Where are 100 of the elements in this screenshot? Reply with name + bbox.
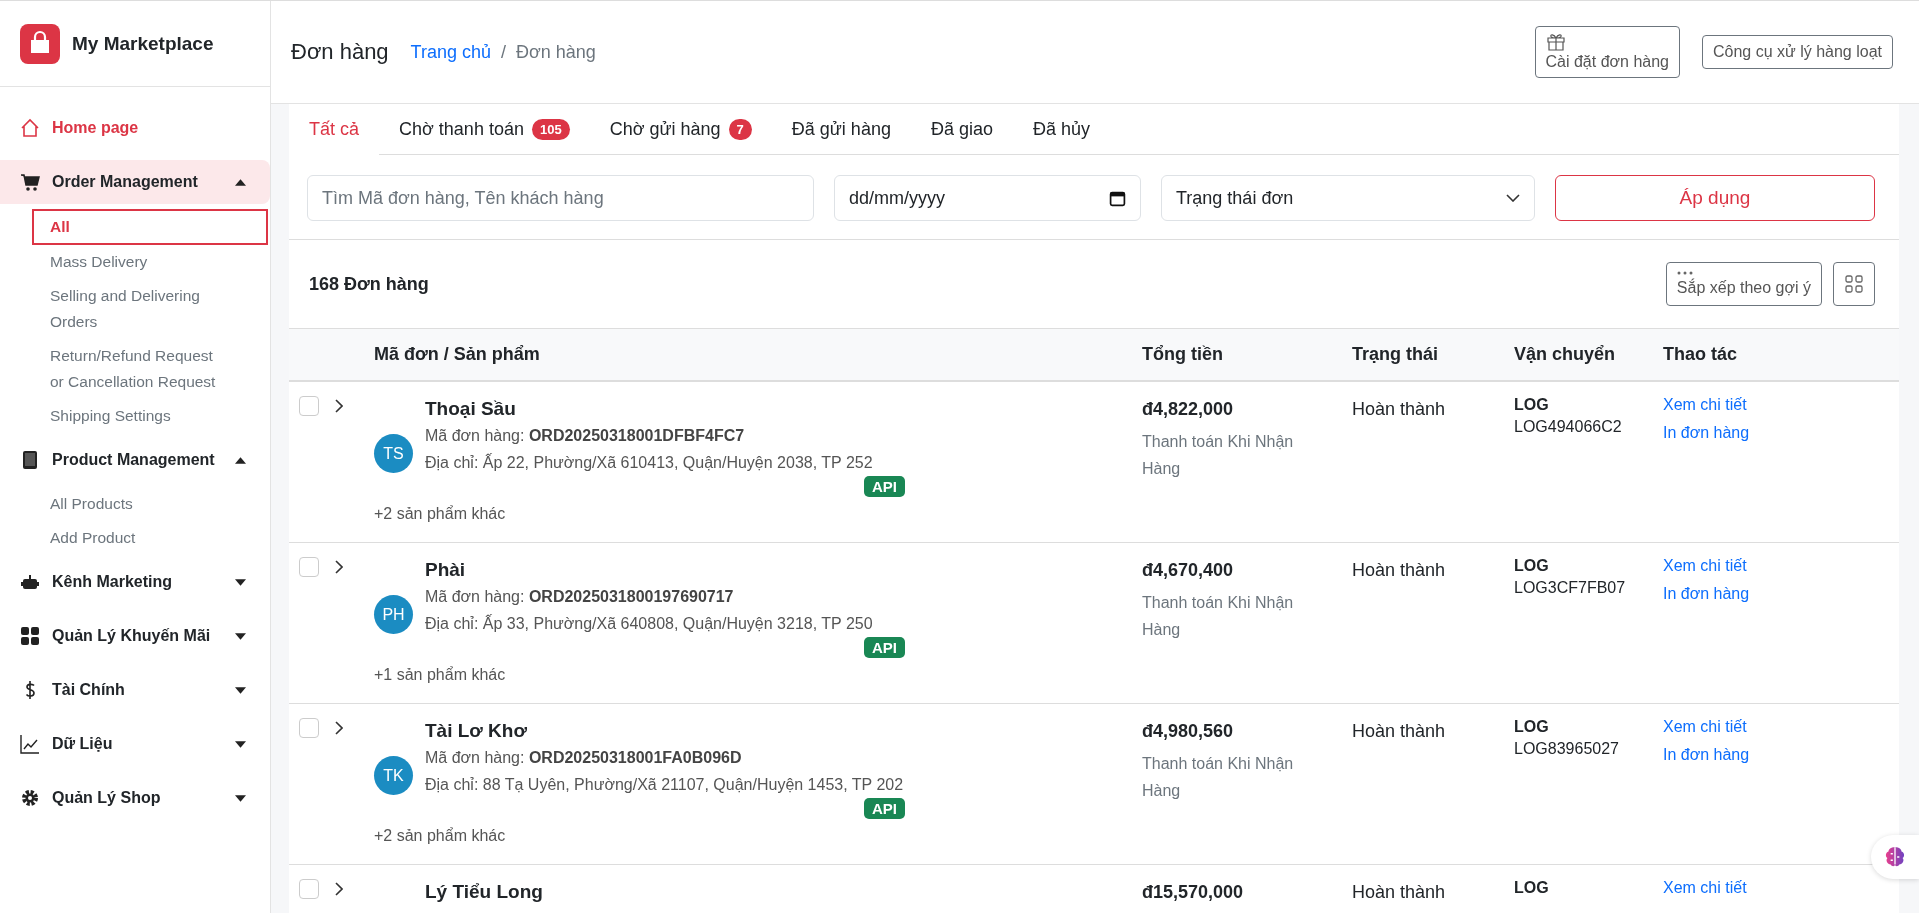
bulk-tools-button[interactable]: Công cụ xử lý hàng loạt (1701, 35, 1893, 69)
source-tag: API (864, 637, 905, 658)
count-badge: 7 (728, 118, 752, 140)
order-code: Mã đơn hàng: ORD2025031800197690717 (425, 587, 734, 607)
source-tag: API (864, 476, 905, 497)
carrier-name: LOG (1514, 396, 1550, 414)
tab[interactable]: Đã giao (910, 104, 1013, 155)
customer-name: Lý Tiểu Long (425, 880, 543, 904)
brand-name: My Marketplace (72, 32, 214, 55)
source-tag: API (864, 798, 905, 819)
more-products-text: +1 sản phẩm khác (374, 666, 507, 684)
status-dropdown[interactable]: Trạng thái đơn (1161, 175, 1535, 221)
avatar: PH (374, 595, 413, 634)
more-products-text: +2 sản phẩm khác (374, 827, 507, 845)
robot-icon (20, 572, 40, 592)
gift-icon (1545, 31, 1566, 51)
carrier-name: LOG (1514, 718, 1550, 736)
order-total: đ4,822,000 (1142, 398, 1235, 421)
house-icon (20, 118, 40, 138)
checkbox[interactable] (299, 557, 319, 577)
sidebar-item[interactable]: Home page (0, 106, 270, 150)
avatar: TK (374, 756, 413, 795)
order-settings-button[interactable]: Cài đặt đơn hàng (1534, 26, 1680, 78)
order-total: đ15,570,000 (1142, 881, 1245, 904)
order-status: Hoàn thành (1352, 882, 1446, 902)
count-badge: 105 (531, 118, 570, 140)
action-link[interactable]: Xem chi tiết (1663, 396, 1899, 414)
order-count: 168 Đơn hàng (309, 273, 429, 295)
address-text: Địa chỉ: Ấp 33, Phường/Xã 640808, Quận/Huyện 3218, TP 250 (425, 613, 873, 634)
sidebar-subitem[interactable]: Mass Delivery (32, 245, 270, 279)
tracking-number: LOG83965027 (1514, 740, 1620, 758)
sidebar-item[interactable]: Tài Chính (0, 668, 270, 712)
tab[interactable]: Chờ gửi hàng 7 (589, 104, 772, 155)
grid-icon (1845, 275, 1863, 293)
apply-button[interactable]: Áp dụng (1555, 175, 1875, 221)
sidebar-subitem[interactable]: Return/Refund Request or Cancellation Request (32, 339, 270, 399)
action-link[interactable]: Xem chi tiết (1663, 557, 1899, 575)
chevron-right-icon (335, 721, 343, 735)
sort-button[interactable]: Sắp xếp theo gợi ý (1665, 262, 1822, 306)
avatar: TS (374, 434, 413, 473)
column-header: Thao tác (1663, 344, 1738, 365)
cart-icon (20, 172, 40, 192)
customer-name: Tài Lơ Khơ (425, 719, 527, 743)
sidebar-item[interactable]: Dữ Liệu (0, 722, 270, 766)
breadcrumb-separator: / (501, 41, 506, 63)
grid-view-button[interactable] (1833, 262, 1875, 306)
action-link[interactable]: In đơn hàng (1663, 746, 1899, 764)
sidebar-item[interactable]: Quản Lý Khuyến Mãi (0, 614, 270, 658)
shopping-bag-logo-icon (20, 23, 60, 64)
checkbox[interactable] (299, 718, 319, 738)
grid-icon (20, 626, 40, 646)
calendar-icon (1109, 189, 1126, 207)
search-field[interactable]: Tìm Mã đơn hàng, Tên khách hàng (307, 175, 814, 221)
sidebar-item[interactable]: Order Management (0, 160, 270, 204)
tab[interactable]: Tất cả (289, 104, 380, 155)
order-total: đ4,670,400 (1142, 559, 1235, 582)
customer-name: Thoại Sầu (425, 397, 516, 421)
book-icon (20, 450, 40, 470)
tracking-number: LOG494066C2 (1514, 418, 1623, 436)
more-icon (1676, 271, 1693, 275)
action-link[interactable]: Xem chi tiết (1663, 879, 1899, 897)
sidebar-item[interactable]: Kênh Marketing (0, 560, 270, 604)
checkbox[interactable] (299, 396, 319, 416)
date-field[interactable]: dd/mm/yyyy (834, 175, 1141, 221)
sidebar-subitem[interactable]: Shipping Settings (32, 399, 270, 433)
assistant-button[interactable] (1871, 835, 1919, 879)
column-header: Vận chuyển (1514, 344, 1617, 365)
sidebar-subitem[interactable]: Selling and Delivering Orders (32, 279, 270, 339)
action-link[interactable]: In đơn hàng (1663, 424, 1899, 442)
checkbox[interactable] (299, 879, 319, 899)
breadcrumb-current: Đơn hàng (516, 41, 596, 63)
action-link[interactable]: In đơn hàng (1663, 585, 1899, 603)
column-header: Tổng tiền (1142, 344, 1224, 365)
address-text: Địa chỉ: Ấp 22, Phường/Xã 610413, Quận/Huyện 2038, TP 252 (425, 452, 873, 473)
chevron-down-icon (1506, 194, 1520, 202)
sidebar-subitem[interactable]: All (32, 209, 268, 245)
sidebar-item[interactable]: Product Management (0, 438, 270, 482)
order-code: Mã đơn hàng: ORD20250318001FA0B096D (425, 748, 742, 768)
page-title: Đơn hàng (291, 39, 389, 65)
order-status: Hoàn thành (1352, 721, 1446, 741)
more-products-text: +2 sản phẩm khác (374, 505, 507, 523)
order-code: Mã đơn hàng: ORD20250318001DFBF4FC7 (425, 426, 745, 446)
breadcrumb-link[interactable]: Trang chủ (410, 41, 491, 63)
action-link[interactable]: Xem chi tiết (1663, 718, 1899, 736)
customer-name: Phài (425, 558, 466, 582)
payment-method: Thanh toán Khi Nhận Hàng (1142, 432, 1295, 479)
tab[interactable]: Đã gửi hàng (771, 104, 911, 155)
column-header: Trạng thái (1352, 344, 1439, 365)
payment-method: Thanh toán Khi Nhận Hàng (1142, 593, 1295, 640)
sidebar-subitem[interactable]: All Products (32, 487, 270, 521)
address-text: Địa chỉ: 88 Tạ Uyên, Phường/Xã 21107, Quận/Huyện 1453, TP 202 (425, 775, 904, 795)
sidebar-subitem[interactable]: Add Product (32, 521, 270, 555)
sidebar-item[interactable]: Quản Lý Shop (0, 776, 270, 820)
tab[interactable]: Đã hủy (1012, 104, 1110, 155)
tab[interactable]: Chờ thanh toán 105 (379, 104, 590, 155)
carrier-name: LOG (1514, 557, 1550, 575)
line-chart-icon (20, 734, 40, 754)
chevron-right-icon (335, 882, 343, 896)
order-status: Hoàn thành (1352, 399, 1446, 419)
chevron-right-icon (335, 399, 343, 413)
